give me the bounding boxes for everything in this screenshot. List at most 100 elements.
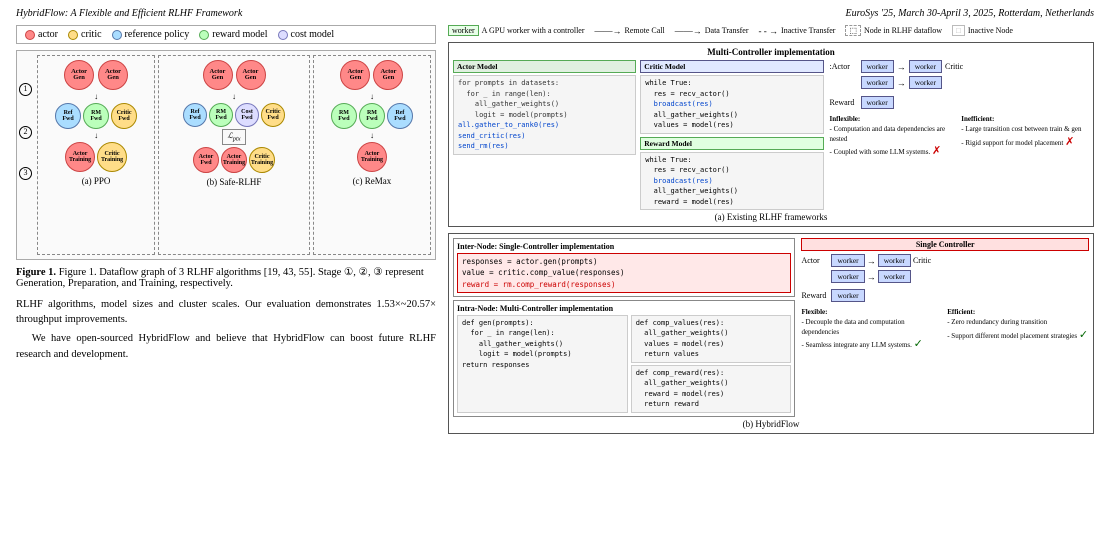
critic-dot [68,30,78,40]
ppo-rm-fwd: RMFwd [83,103,109,129]
legend-node-rlhf: ⬚ Node in RLHF dataflow [845,25,942,36]
node-rlhf-label: Node in RLHF dataflow [864,26,942,35]
critic-label: critic [81,29,102,40]
single-controller-box: Single Controller [801,238,1089,251]
cost-dot [278,30,288,40]
header-row: HybridFlow: A Flexible and Efficient RLH… [16,8,1094,19]
inflexible-item-2: - Coupled with some LLM systems. [830,148,931,156]
inter-node-code: responses = actor.gen(prompts) value = c… [457,253,791,293]
ppo-ref-fwd: RefFwd [55,103,81,129]
refpolicy-dot [112,30,122,40]
hybrid-arrow-2: → [867,272,876,282]
note-boxes: Inflexible: - Computation and data depen… [830,115,1090,160]
legend-cost: cost model [278,29,335,40]
hybrid-worker-1: worker [831,254,864,267]
reward-code: while True: res = recv_actor() broadcast… [640,152,823,211]
inefficient-item-1: - Large transition cost between train & … [961,125,1081,133]
inter-node-title: Inter-Node: Single-Controller implementa… [457,242,791,251]
legend-inactive-node: □ Inactive Node [952,25,1013,36]
reward-dot [199,30,209,40]
arrow-data: ——→ [675,26,702,36]
actor-code: for prompts in datasets: for _ in range(… [453,75,636,155]
safe-actor-gen-1: ActorGen [203,60,233,90]
cost-label: cost model [291,29,335,40]
actor-dot [25,30,35,40]
legend: actor critic reference policy reward mod… [16,25,436,44]
existing-caption: (a) Existing RLHF frameworks [453,212,1089,222]
efficient-item-2: - Support different model placement stra… [947,332,1077,340]
safe-actor-fwd: ActorFwd [193,147,219,173]
hybrid-actor-row1: Actor worker → worker Critic [801,254,1089,267]
safe-actor-train: ActorTraining [221,147,247,173]
critic-code: while True: res = recv_actor() broadcast… [640,75,823,134]
inflexible-box: Inflexible: - Computation and data depen… [830,115,958,160]
flexible-title: Flexible: [801,308,827,316]
hybrid-worker-3: worker [831,270,864,283]
safe-rm-fwd: RMFwd [209,103,233,127]
legend-reward: reward model [199,29,267,40]
hybrid-right-diagram: Single Controller Actor worker → worker … [801,238,1089,417]
inefficient-item-2: - Rigid support for model placement [961,139,1063,147]
remax-label: (c) ReMax [353,176,392,186]
figure-caption: Figure 1. Figure 1. Dataflow graph of 3 … [16,266,436,289]
legend-data-transfer: ——→ Data Transfer [675,26,749,36]
safe-actor-gen-2: ActorGen [236,60,266,90]
ppo-actor-gen-2: ActorGen [98,60,128,90]
stage-2-label: 2 [19,124,34,139]
remax-ref-fwd: RefFwd [387,103,413,129]
flexible-box: Flexible: - Decouple the data and comput… [801,308,943,353]
hybrid-reward-row: Reward worker [801,289,1089,302]
reward-label: reward model [212,29,267,40]
worker-box-5: worker [861,96,894,109]
existing-code-section: Actor Model for prompts in datasets: for… [453,60,824,210]
hybrid-critic-label: Critic [913,256,931,265]
remax-rm-fwd-2: RMFwd [359,103,385,129]
worker-box-3: worker [861,76,894,89]
remax-actor-gen-1: ActorGen [340,60,370,90]
flex-eff-boxes: Flexible: - Decouple the data and comput… [801,308,1089,353]
inflexible-title: Inflexible: [830,115,861,123]
main-content: actor critic reference policy reward mod… [16,25,1094,531]
safe-rlhf-block: ActorGen ActorGen ↓ RefFwd RMFwd CostFwd… [158,55,310,255]
worker-box-legend: worker [448,25,479,36]
hybrid-code-section: Inter-Node: Single-Controller implementa… [453,238,795,417]
remote-call-label: Remote Call [625,26,665,35]
comp-codes: def comp_values(res): all_gather_weights… [631,315,792,413]
reward-worker-row: Reward worker [830,96,1090,109]
hybrid-worker-5: worker [831,289,864,302]
efficient-item-1: - Zero redundancy during transition [947,318,1047,326]
hybrid-arrow-1: → [867,256,876,266]
ppo-actor-gen-1: ActorGen [64,60,94,90]
ppo-critic-fwd: CriticFwd [111,103,137,129]
reward-model-label: Reward Model [640,137,823,150]
inefficient-title: Inefficient: [961,115,994,123]
refpolicy-label: reference policy [125,29,190,40]
worker-box-2: worker [909,60,942,73]
inter-node-panel: Inter-Node: Single-Controller implementa… [453,238,795,297]
left-column: actor critic reference policy reward mod… [16,25,436,531]
remax-actor-gen-2: ActorGen [373,60,403,90]
check-2: ✓ [1079,329,1088,341]
stage-3-label: 3 [19,165,34,180]
remax-rm-fwd-1: RMFwd [331,103,357,129]
stage-1-label: 1 [19,81,34,96]
safe-cost-fwd: CostFwd [235,103,259,127]
hybrid-content: Inter-Node: Single-Controller implementa… [453,238,1089,417]
diagram-area: 1 2 3 ActorGen ActorGen [16,50,436,260]
header-left: HybridFlow: A Flexible and Efficient RLH… [16,8,242,19]
inactive-box-legend: □ [952,25,965,36]
intra-node-panel: Intra-Node: Multi-Controller implementat… [453,300,795,417]
data-transfer-label: Data Transfer [705,26,749,35]
existing-title: Multi-Controller implementation [453,47,1089,57]
hybrid-worker-4: worker [878,270,911,283]
efficient-box: Efficient: - Zero redundancy during tran… [947,308,1089,353]
cross-2: ✗ [1065,136,1074,148]
check-1: ✓ [914,338,923,350]
ppo-actor-train: ActorTraining [65,142,95,172]
ppo-label: (a) PPO [82,176,111,186]
right-legend-bar: worker A GPU worker with a controller ——… [448,25,1094,36]
safe-critic-fwd: CriticFwd [261,103,285,127]
legend-remote-call: ——→ Remote Call [595,26,665,36]
intra-node-code-cols: def gen(prompts): for _ in range(len): a… [457,315,791,413]
remax-block: ActorGen ActorGen ↓ RMFwd RMFwd RefFwd ↓ [313,55,431,255]
